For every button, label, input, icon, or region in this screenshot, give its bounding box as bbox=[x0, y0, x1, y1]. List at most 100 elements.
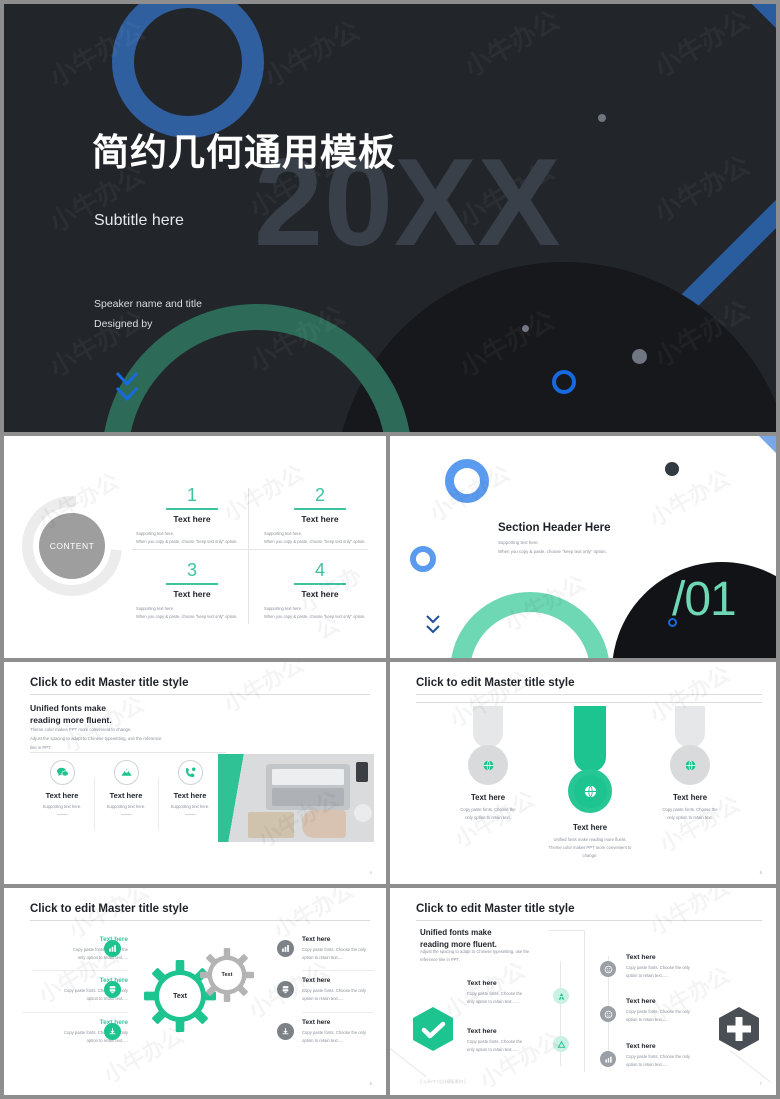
plus-hexagon-icon bbox=[718, 1006, 760, 1057]
map-pin-icon bbox=[113, 760, 139, 785]
decor-dot bbox=[632, 349, 647, 364]
heading-line1: Unified fonts make bbox=[30, 703, 107, 713]
slide-three-icons[interactable]: Click to edit Master title style Unified… bbox=[4, 662, 386, 884]
watermark: 小牛办公 bbox=[217, 662, 309, 719]
item-supporting-line2: When you copy & paste, choose "keep text… bbox=[136, 538, 238, 544]
item-title: Text here bbox=[467, 980, 497, 987]
item-rule bbox=[166, 507, 218, 510]
pin-sub: Unified fonts make reading more fluent. … bbox=[542, 836, 638, 860]
connector-line bbox=[548, 930, 584, 931]
icon-item-underline bbox=[120, 814, 132, 815]
cup-shape bbox=[354, 804, 372, 822]
download-icon bbox=[104, 1023, 121, 1040]
watermark: 小牛办公 bbox=[643, 888, 735, 942]
pin-bulb bbox=[468, 745, 508, 785]
slide-timeline[interactable]: Click to edit Master title style Unified… bbox=[390, 888, 776, 1095]
smiley-icon bbox=[600, 1006, 616, 1022]
item-supporting: Supporting text here. When you copy & pa… bbox=[264, 605, 376, 621]
title-rule bbox=[30, 694, 370, 695]
item-body-line2: option to retain text...... bbox=[626, 1061, 669, 1067]
item-body-line1: Copy paste fonts. Choose the only bbox=[302, 947, 367, 952]
slide-gears[interactable]: Click to edit Master title style Text Te… bbox=[4, 888, 386, 1095]
item-rule bbox=[166, 582, 218, 585]
content-item[interactable]: 4 Text here Supporting text here. When y… bbox=[264, 560, 376, 621]
pin-sub: Copy paste fonts. Choose the only option… bbox=[442, 806, 534, 822]
hand-shape bbox=[302, 810, 346, 838]
icon-item-list: Text here Supporting text here. Text her… bbox=[30, 760, 222, 830]
pin-bulb bbox=[568, 769, 612, 813]
notebook-shape bbox=[248, 812, 294, 838]
cover-subtitle: Subtitle here bbox=[94, 212, 184, 229]
gear-right-item[interactable]: Text here Copy paste fonts. Choose the o… bbox=[302, 1019, 374, 1045]
gear-right-item[interactable]: Text here Copy paste fonts. Choose the o… bbox=[302, 977, 374, 1003]
page-number: 4 bbox=[369, 870, 372, 875]
footer-note: 【 公开PPT设计模板素材 】 bbox=[418, 1079, 469, 1084]
server-icon bbox=[277, 981, 294, 998]
gear-green-label: Text bbox=[173, 992, 187, 1000]
icon-item-sub: Supporting text here. bbox=[42, 804, 82, 809]
item-title: Text here bbox=[626, 954, 656, 961]
decor-dot bbox=[522, 325, 529, 332]
pin-item-center[interactable]: Text here Unified fonts make reading mor… bbox=[542, 706, 638, 860]
icon-item[interactable]: Text here Supporting text here. bbox=[94, 760, 158, 830]
body-line1: Adjust the spacing to adapt to Chinese t… bbox=[420, 949, 530, 954]
gear-gray-shape: Text bbox=[200, 948, 254, 1007]
item-number: 1 bbox=[186, 485, 197, 505]
pin-sub: Copy paste fonts. Choose the only option… bbox=[644, 806, 736, 822]
title-rule bbox=[416, 694, 762, 695]
divider-horizontal bbox=[132, 549, 368, 550]
pin-title: Text here bbox=[572, 823, 608, 832]
decor-dot bbox=[598, 114, 606, 122]
dark-dot-shape bbox=[665, 462, 679, 476]
pin-stem bbox=[473, 706, 503, 748]
page-number: 5 bbox=[759, 870, 762, 875]
item-number: 4 bbox=[314, 560, 325, 580]
chevron-down-icon bbox=[425, 614, 441, 641]
item-supporting-line1: Supporting text here. bbox=[264, 530, 303, 536]
phone-icon bbox=[177, 760, 203, 785]
section-body: Theme color makes PPT more convenient to… bbox=[30, 725, 161, 752]
content-item[interactable]: 3 Text here Supporting text here. When y… bbox=[136, 560, 248, 620]
pin-item-right[interactable]: Text here Copy paste fonts. Choose the o… bbox=[644, 706, 736, 822]
item-body-line2: option to retain text..... bbox=[302, 1037, 344, 1043]
content-item[interactable]: 2 Text here Supporting text here. When y… bbox=[264, 485, 376, 545]
content-center-label: CONTENT bbox=[49, 541, 95, 551]
gear-right-item[interactable]: Text here Copy paste fonts. Choose the o… bbox=[302, 936, 374, 962]
item-rule bbox=[294, 582, 346, 585]
slide-content-overview[interactable]: CONTENT 1 Text here Supporting text here… bbox=[4, 436, 386, 658]
item-body: Copy paste fonts. Choose the only option… bbox=[302, 946, 374, 962]
item-title: Text here bbox=[302, 977, 331, 984]
icon-item[interactable]: Text here Supporting text here. bbox=[30, 760, 94, 815]
item-supporting: Supporting text here. When you copy & pa… bbox=[136, 530, 248, 546]
item-supporting-line2: When you copy & paste, choose "keep text… bbox=[264, 613, 366, 619]
pin-item-left[interactable]: Text here Copy paste fonts. Choose the o… bbox=[442, 706, 534, 822]
slide-title: Click to edit Master title style bbox=[30, 903, 189, 915]
content-item[interactable]: 1 Text here Supporting text here. When y… bbox=[136, 485, 248, 546]
section-number: /01 bbox=[672, 573, 737, 626]
slide-cover[interactable]: 小牛办公 小牛办公 小牛办公 小牛办公 小牛办公 小牛办公 小牛办公 小牛办公 … bbox=[4, 4, 776, 432]
pin-sub-line2: only option to retain text. bbox=[667, 814, 713, 820]
content-center-circle: CONTENT bbox=[39, 513, 105, 579]
chat-icon bbox=[49, 760, 75, 785]
icon-item[interactable]: Text here Supporting text here. bbox=[158, 760, 222, 830]
item-supporting-line1: Supporting text here. bbox=[264, 605, 303, 611]
green-ring-shape bbox=[450, 592, 610, 658]
section-body: Adjust the spacing to adapt to Chinese t… bbox=[420, 948, 529, 965]
item-title: Text here bbox=[301, 513, 339, 524]
item-body: Copy paste fonts. Choose the only option… bbox=[302, 987, 374, 1003]
slide-three-pins[interactable]: Click to edit Master title style Text he… bbox=[390, 662, 776, 884]
slide-section-header[interactable]: Section Header Here Supporting text here… bbox=[390, 436, 776, 658]
item-divider bbox=[302, 1012, 374, 1013]
slide-title: Click to edit Master title style bbox=[416, 903, 575, 915]
blue-ring-shape bbox=[112, 4, 264, 138]
gear-green-label-wrap: Text bbox=[159, 975, 201, 1017]
phone-shape bbox=[356, 762, 368, 782]
triangle-icon bbox=[553, 1036, 569, 1052]
icon-item-sub: Supporting text here. bbox=[106, 804, 146, 809]
timeline-right-item[interactable]: Text here Copy paste fonts. Choose the o… bbox=[626, 954, 738, 980]
item-title: Text here bbox=[173, 588, 211, 599]
item-divider bbox=[302, 970, 374, 971]
pin-stem bbox=[675, 706, 705, 748]
icon-item-title: Text here bbox=[173, 791, 207, 800]
title-rule bbox=[416, 920, 762, 921]
